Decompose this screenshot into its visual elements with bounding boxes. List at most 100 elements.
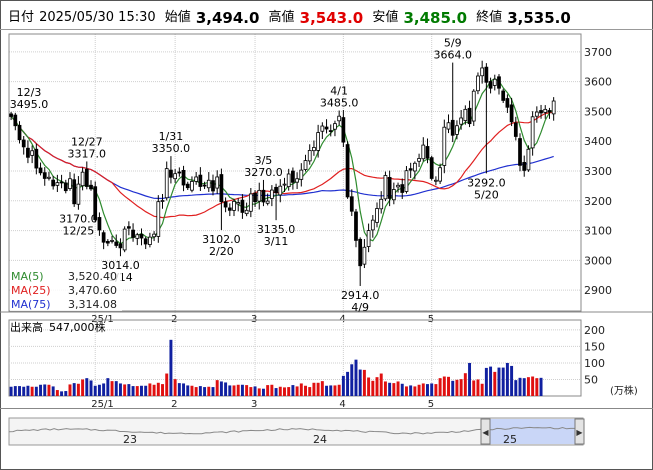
candle — [522, 155, 527, 177]
candle — [232, 198, 236, 217]
candle — [307, 144, 312, 165]
navigator-year-label: 25 — [503, 433, 517, 446]
volume-bar — [68, 384, 72, 396]
volume-bar — [144, 385, 148, 396]
volume-bar — [140, 385, 143, 396]
candle-body — [534, 111, 539, 117]
candle-body — [497, 76, 501, 89]
volume-bar — [404, 386, 408, 396]
volume-bar — [47, 384, 51, 396]
candle-body — [148, 236, 152, 245]
volume-tick-label: 100 — [584, 357, 605, 370]
volume-bar — [253, 386, 257, 396]
volume-bar — [34, 386, 38, 396]
candle-body — [366, 230, 371, 247]
volume-bar — [291, 385, 295, 396]
volume-bar — [89, 380, 93, 396]
candle-body — [446, 122, 451, 130]
candle — [534, 106, 539, 123]
candle-body — [316, 132, 321, 151]
volume-bar — [430, 383, 434, 396]
candle-body — [425, 146, 430, 159]
price-tick-label: 3300 — [584, 165, 612, 178]
volume-bar — [135, 386, 139, 396]
price-tick-label: 3200 — [584, 195, 612, 208]
navigator-year-label: 23 — [123, 433, 137, 446]
volume-bar — [417, 384, 421, 396]
volume-bar — [22, 386, 26, 396]
candle — [76, 176, 81, 210]
candle — [484, 63, 489, 174]
candle-body — [30, 150, 35, 156]
candle — [274, 183, 278, 221]
volume-bar — [447, 376, 450, 396]
navigator-right-handle[interactable]: ▶ — [574, 418, 585, 445]
candle-body — [354, 211, 358, 241]
candle — [299, 163, 304, 187]
volume-bar — [514, 380, 518, 396]
candle-body — [312, 147, 316, 152]
candle-body — [114, 241, 119, 246]
candle — [173, 169, 178, 183]
volume-bar — [219, 381, 223, 396]
annotation-value: 3350.0 — [152, 142, 191, 155]
candle — [295, 172, 299, 189]
candle-body — [307, 150, 312, 162]
candle — [148, 232, 152, 248]
candle-body — [282, 183, 287, 186]
candle — [101, 230, 106, 250]
volume-bar — [287, 387, 291, 396]
volume-title: 出来高 — [10, 320, 43, 334]
candle — [185, 181, 190, 191]
legend-series-value: 3,520.40 — [68, 270, 117, 283]
candle-body — [139, 233, 144, 239]
candle — [30, 145, 35, 164]
volume-bar — [341, 375, 345, 396]
candle-body — [156, 201, 161, 237]
candle-body — [227, 207, 232, 211]
candle — [118, 238, 123, 257]
price-tick-label: 2900 — [584, 284, 612, 297]
candle-body — [126, 226, 131, 229]
candle — [42, 167, 47, 186]
candle — [17, 121, 22, 144]
candle-body — [358, 238, 363, 267]
volume-bar — [245, 385, 249, 396]
volume-bar — [177, 383, 181, 396]
volume-bar — [346, 371, 350, 396]
candle-body — [286, 173, 291, 188]
candle-body — [269, 189, 274, 199]
candle-body — [530, 116, 535, 149]
candle-body — [76, 183, 81, 205]
volume-bar — [224, 382, 228, 396]
volume-unit: (万株) — [610, 384, 638, 397]
candle — [97, 212, 102, 236]
candle — [38, 162, 43, 176]
volume-bar — [329, 385, 333, 396]
candle — [143, 236, 148, 250]
volume-bar — [55, 390, 59, 396]
candle-body — [362, 246, 367, 265]
volume-bar — [375, 377, 379, 396]
volume-bar — [522, 378, 526, 396]
navigator-left-handle[interactable]: ◀ — [480, 418, 491, 445]
candle-body — [551, 100, 556, 115]
volume-bar — [18, 386, 21, 396]
volume-bar — [480, 383, 484, 396]
candle-body — [17, 124, 22, 141]
candle — [404, 166, 409, 194]
volume-bar — [64, 391, 68, 396]
volume-bar — [76, 383, 80, 396]
candle — [513, 116, 518, 141]
legend-series-name: MA(5) — [11, 270, 44, 283]
annotation-date: 5/20 — [474, 188, 499, 201]
volume-bar — [165, 373, 169, 396]
candle-body — [408, 168, 413, 171]
candle-body — [135, 234, 140, 239]
candle — [408, 162, 413, 178]
volume-bar — [531, 376, 535, 396]
candle-body — [471, 90, 476, 122]
candle — [211, 174, 215, 196]
candle — [26, 140, 30, 164]
volume-bar — [257, 388, 261, 396]
